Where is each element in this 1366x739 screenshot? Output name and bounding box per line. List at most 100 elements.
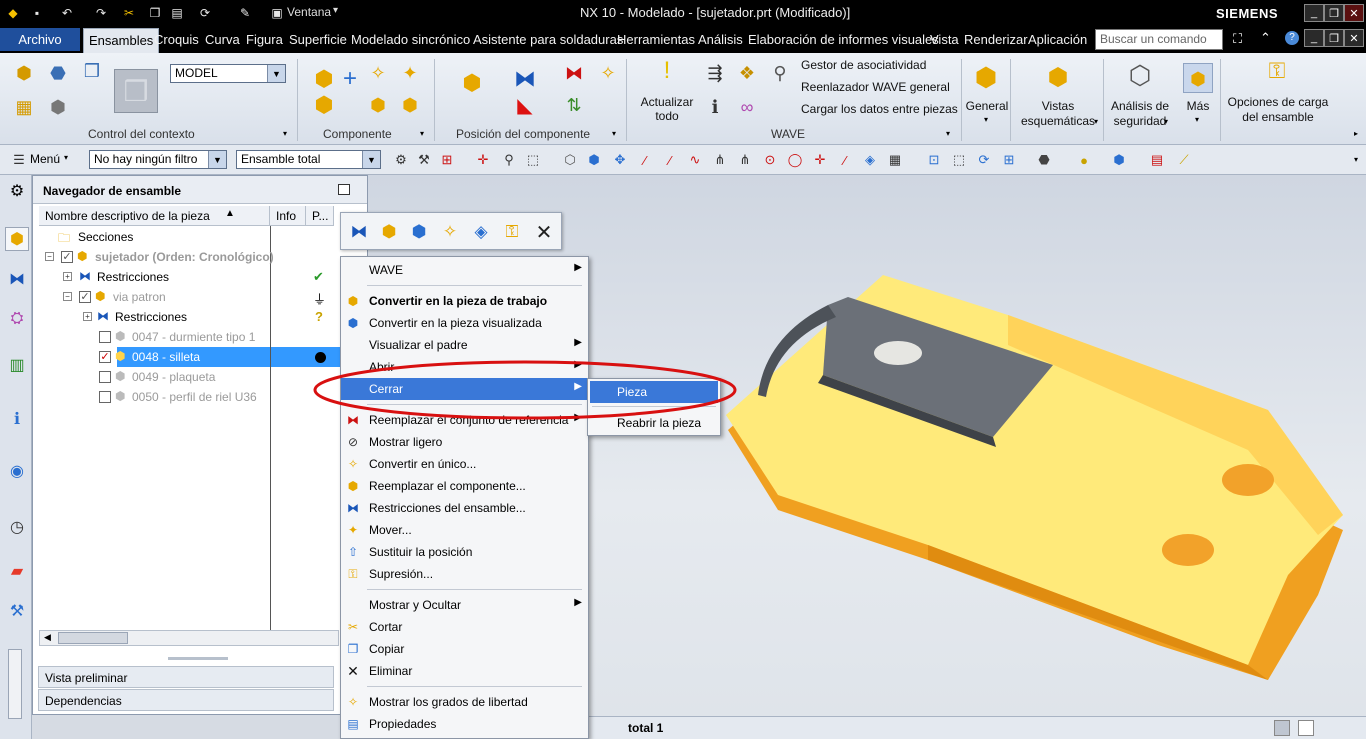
tab-aplicacion[interactable]: Aplicación [1028,32,1087,47]
nx-logo-icon[interactable]: ◆ [4,4,22,22]
scrollbar-thumb[interactable] [58,632,128,644]
menu-item-move[interactable]: ✦ Mover... [341,519,588,541]
more-icon[interactable]: ⬢ [1183,63,1213,93]
group-menu-icon[interactable]: ▾ [946,129,950,138]
toolbar-overflow-icon[interactable]: ▾ [1354,155,1358,164]
expand-icon[interactable]: + [63,272,72,281]
collapse-icon[interactable]: − [45,252,54,261]
menu-item-close[interactable]: Cerrar ▶ [341,378,588,400]
collapse-icon[interactable]: − [63,292,72,301]
general-button[interactable]: General [965,99,1009,113]
reuse-library-icon[interactable]: ▥ [5,353,29,377]
visibility-checkbox[interactable] [99,391,111,403]
chevron-down-icon[interactable]: ▼ [362,151,380,168]
menu-item-replace-reference-set[interactable]: ⧓ Reemplazar el conjunto de referencia ▶ [341,409,588,431]
new-component-icon[interactable]: + [338,65,362,92]
window-menu[interactable]: Ventana [287,5,331,19]
wave-link-icon[interactable]: ∞ [735,95,759,119]
end-point-icon[interactable]: ⁄ [636,151,654,169]
view-orientation-icon[interactable]: ⊞ [1000,151,1018,169]
tree-row[interactable]: − ✓ ⬢ via patron ⏚ [33,287,367,307]
tab-curva[interactable]: Curva [205,32,240,47]
snap-settings-icon[interactable]: ✥ [611,151,629,169]
menu-item-show-lightweight[interactable]: ⊘ Mostrar ligero [341,431,588,453]
visibility-checkbox[interactable]: ✓ [99,351,111,363]
association-manager-icon[interactable]: ⚲ [768,61,792,85]
status-window-icon[interactable] [1298,720,1314,736]
chevron-down-icon[interactable]: ▾ [1195,115,1199,124]
layer-settings-icon[interactable]: ▤ [1148,151,1166,169]
reference-set-select[interactable]: MODEL ▼ [170,64,286,83]
constraints-icon[interactable]: ⧓ [347,220,371,244]
reenlazador-wave-link[interactable]: Reenlazador WAVE general [801,80,950,94]
minimize-window-button[interactable]: _ [1304,4,1324,22]
exploded-views-icon[interactable]: ⬢ [1046,64,1070,91]
process-studio-icon[interactable]: ⚒ [5,599,29,623]
scroll-left-icon[interactable]: ◀ [44,632,51,643]
command-search-input[interactable]: Buscar un comando [1095,29,1223,50]
filter-icon[interactable]: ⚙ [392,151,410,169]
doc-close-button[interactable]: ✕ [1344,29,1364,47]
restore-window-button[interactable]: ❐ [1324,4,1344,22]
tree-row[interactable]: ⬢ 0047 - durmiente tipo 1 [33,327,367,347]
save-icon[interactable]: ▪ [28,4,46,22]
selection-scope-select[interactable]: Ensamble total ▼ [236,150,381,169]
tree-row[interactable]: 🗀 Secciones [33,227,367,247]
move-component-icon[interactable]: ⬢ [460,70,484,95]
window-menu-chevron-icon[interactable]: ▾ [333,5,338,16]
expand-icon[interactable]: + [83,312,92,321]
intersection-point-icon[interactable]: ⋔ [711,151,729,169]
chevron-down-icon[interactable]: ▼ [208,151,226,168]
filter-settings-icon[interactable]: ⚒ [415,151,433,169]
chevron-down-icon[interactable]: ▾ [984,115,988,124]
close-window-button[interactable]: ✕ [1344,4,1364,22]
quadrant-point-icon[interactable]: ◯ [786,151,804,169]
menu-item-assembly-constraints[interactable]: ⧓ Restricciones del ensamble... [341,497,588,519]
type-filter-select[interactable]: No hay ningún filtro ▼ [89,150,227,169]
visibility-checkbox[interactable]: ✓ [61,251,73,263]
submenu-item-reabrir[interactable]: Reabrir la pieza [590,412,718,434]
visibility-checkbox[interactable] [99,371,111,383]
menu-item-suppression[interactable]: ⚿ Supresión... [341,563,588,585]
hd3d-tools-icon[interactable]: ℹ [5,407,29,431]
background-icon[interactable]: ● [1075,151,1093,169]
history-icon[interactable]: ◷ [5,515,29,539]
tree-row[interactable]: − ✓ ⬢ sujetador (Orden: Cronológico) [33,247,367,267]
chevron-down-icon[interactable]: ▼ [267,65,285,82]
control-point-icon[interactable]: ∿ [686,151,704,169]
pattern-component-icon[interactable]: ⬢ [366,93,390,117]
group-menu-icon[interactable]: ▾ [283,129,287,138]
settings-icon[interactable]: ⚙ [5,179,29,203]
menu-item-replace-component[interactable]: ⬢ Reemplazar el componente... [341,475,588,497]
component-array-icon[interactable]: ⬢ [312,92,336,117]
repeat-command-icon[interactable]: ⟳ [196,4,214,22]
tab-informes-visuales[interactable]: Elaboración de informes visuales [748,32,939,47]
column-header-info[interactable]: Info [270,206,306,226]
snap-point-icon[interactable]: ✛ [474,151,492,169]
replace-component-icon[interactable]: ⬢ [398,93,422,117]
tab-figura[interactable]: Figura [246,32,283,47]
tree-row[interactable]: ✓ ⬢ 0048 - silleta [33,347,368,367]
component-icon[interactable]: ▦ [12,95,36,119]
gestor-asociatividad-link[interactable]: Gestor de asociatividad [801,58,926,72]
touch-mode-icon[interactable]: ✎ [236,4,254,22]
archivo-button[interactable]: Archivo [0,28,80,51]
actualizar-todo-button[interactable]: Actualizar todo [638,95,696,123]
existing-point-icon[interactable]: ✛ [811,151,829,169]
component-select-icon[interactable]: ⬢ [585,151,603,169]
visibility-checkbox[interactable]: ✓ [79,291,91,303]
make-work-part-icon[interactable]: ⬢ [377,220,401,244]
search-icon[interactable]: ⌕ [1205,31,1212,47]
assembly-constraints-icon[interactable]: ⧓ [513,66,537,91]
tab-superficie[interactable]: Superficie [289,32,347,47]
horizontal-scrollbar[interactable]: ◀ [39,630,339,646]
tab-renderizar[interactable]: Renderizar [964,32,1028,47]
status-grid-icon[interactable] [1274,720,1290,736]
help-icon[interactable]: ? [1285,31,1299,45]
security-analysis-icon[interactable]: ⬡ [1128,60,1152,90]
group-menu-icon[interactable]: ▾ [612,129,616,138]
suppress-icon[interactable]: ⚿ [500,220,524,244]
resource-bar-scrollbar[interactable] [8,649,22,719]
part-navigator-icon[interactable]: ⛭ [5,307,29,331]
menu-item-show-dof[interactable]: ✧ Mostrar los grados de libertad [341,691,588,713]
